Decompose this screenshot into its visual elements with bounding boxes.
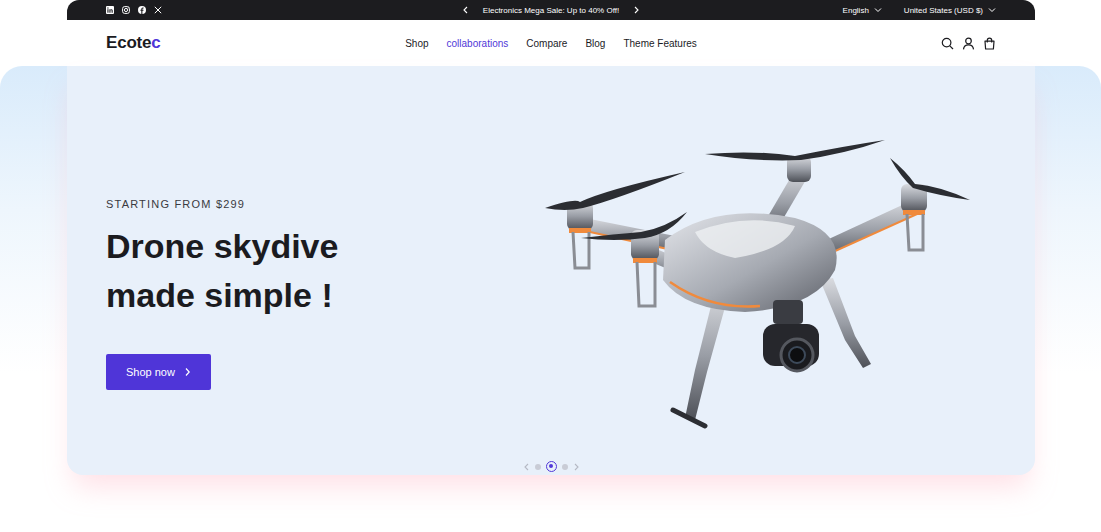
linkedin-icon[interactable] [106,6,114,14]
x-icon[interactable] [154,6,162,14]
chevron-right-icon[interactable] [633,6,640,14]
shop-now-button[interactable]: Shop now [106,354,211,390]
slider-dot[interactable] [546,461,557,472]
chevron-down-icon[interactable] [988,7,996,13]
announcement-bar: Electronics Mega Sale: Up to 40% Off! Eng… [67,0,1035,20]
hero-title-line: Drone skydive [106,222,467,271]
shop-now-label[interactable]: Shop now [126,366,175,378]
logo-text[interactable]: Ecote [106,33,151,52]
hero-title: Drone skydivemade simple ! [106,222,467,320]
chevron-down-icon[interactable] [874,7,882,13]
slider-pagination [67,461,1035,472]
search-icon[interactable] [941,37,954,50]
hero-title-line: made simple ! [106,271,467,320]
storefront: Electronics Mega Sale: Up to 40% Off! Eng… [67,0,1035,475]
currency-label[interactable]: United States (USD $) [904,6,983,15]
nav-item[interactable]: Theme Features [623,38,696,49]
user-icon[interactable] [962,37,975,50]
social-links [106,6,462,14]
hero-eyebrow: STARTING FROM $299 [106,198,467,210]
announcement-text[interactable]: Electronics Mega Sale: Up to 40% Off! [483,6,619,15]
main-nav: Shop collaborations Compare Blog Theme Featu… [405,38,697,49]
drone-image [545,140,975,434]
hero-content: STARTING FROM $299 Drone skydivemade simp… [67,66,467,390]
announcement: Electronics Mega Sale: Up to 40% Off! [462,6,640,15]
locale-selectors: English United States (USD $) [640,6,996,15]
logo-accent[interactable]: c [151,33,160,52]
nav-item[interactable]: Shop [405,38,428,49]
chevron-right-icon[interactable] [184,367,191,377]
slider-dot[interactable] [562,464,568,470]
currency-selector[interactable]: United States (USD $) [904,6,996,15]
nav-item[interactable]: Blog [585,38,605,49]
facebook-icon[interactable] [138,6,146,14]
language-label[interactable]: English [843,6,869,15]
header-tools [697,37,996,50]
nav-item[interactable]: collaborations [447,38,509,49]
logo[interactable]: Ecotec [106,33,405,53]
chevron-right-icon[interactable] [573,463,580,471]
instagram-icon[interactable] [122,6,130,14]
hero-slide: STARTING FROM $299 Drone skydivemade simp… [67,66,1035,475]
bag-icon[interactable] [983,37,996,50]
language-selector[interactable]: English [843,6,882,15]
site-header: EcotecShopcollaborationsCompareBlogTheme… [67,20,1035,66]
nav-item[interactable]: Compare [526,38,567,49]
chevron-left-icon[interactable] [523,463,530,471]
chevron-left-icon[interactable] [462,6,469,14]
slider-dot[interactable] [535,464,541,470]
